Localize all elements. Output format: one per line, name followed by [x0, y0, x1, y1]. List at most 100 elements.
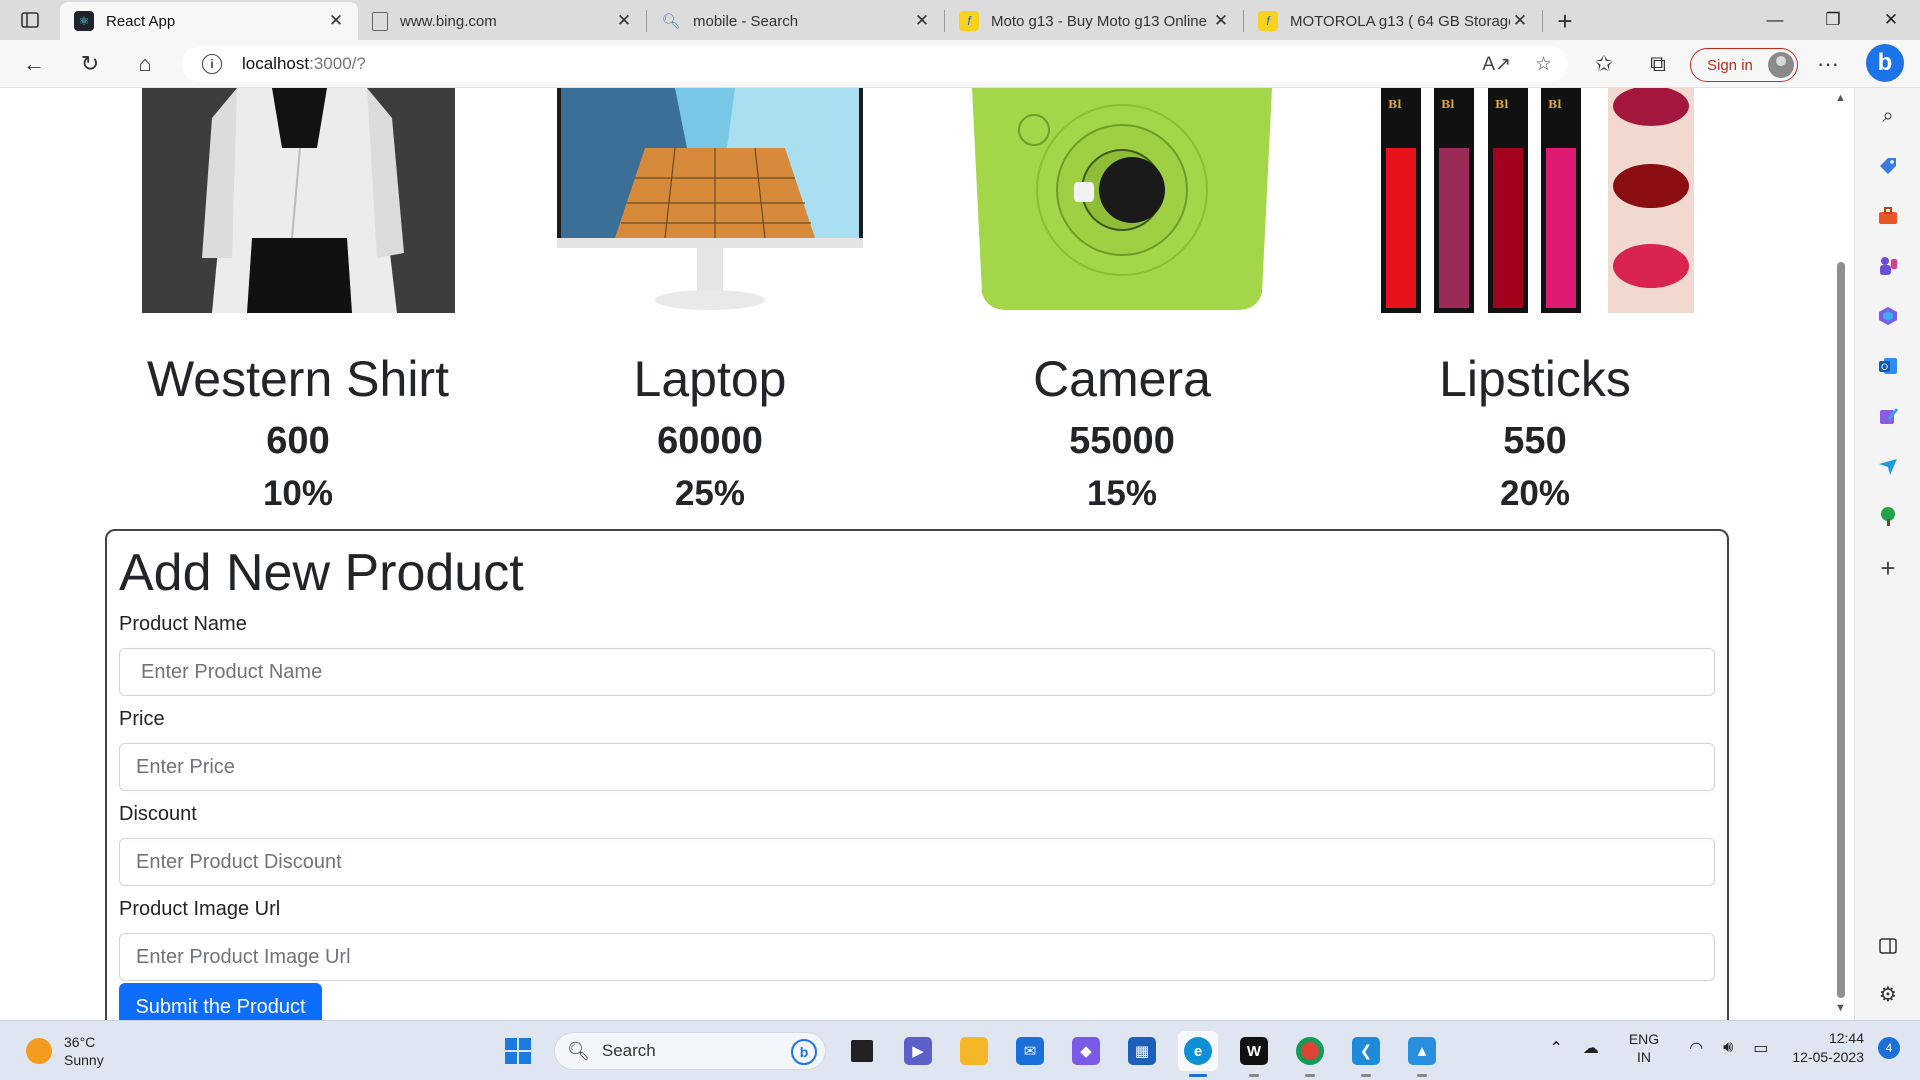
minimize-button[interactable]: —	[1746, 0, 1804, 40]
photos-button[interactable]: ▲	[1402, 1031, 1442, 1077]
language-indicator[interactable]: ENG IN	[1629, 1030, 1659, 1066]
back-button[interactable]: ←	[16, 46, 52, 82]
weather-widget[interactable]: 36°C Sunny	[26, 1033, 104, 1069]
white-jacket-photo	[141, 88, 455, 313]
collections-button[interactable]: ⧉	[1640, 46, 1676, 82]
chrome-button[interactable]	[1290, 1031, 1330, 1077]
store-button[interactable]: ▦	[1122, 1031, 1162, 1071]
site-info-icon[interactable]: i	[202, 54, 222, 74]
close-window-button[interactable]: ✕	[1862, 0, 1920, 40]
notification-badge[interactable]: 4	[1878, 1037, 1900, 1059]
volume-icon[interactable]: 🔊︎	[1723, 1039, 1733, 1057]
teams-chat-button[interactable]: ▶	[898, 1031, 938, 1071]
edge-button[interactable]: e	[1178, 1031, 1218, 1077]
tab-actions-button[interactable]	[0, 0, 60, 40]
chevron-up-icon[interactable]: ⌃	[1549, 1038, 1562, 1058]
store-icon: ▦	[1128, 1037, 1156, 1065]
lang-code: ENG	[1628, 1031, 1660, 1047]
games-icon[interactable]	[1874, 252, 1902, 280]
scrollbar-thumb[interactable]	[1837, 262, 1845, 998]
home-button[interactable]: ⌂	[127, 46, 163, 82]
green-instant-camera-photo	[972, 88, 1272, 310]
microsoft365-icon[interactable]	[1874, 302, 1902, 330]
tab-moto-g13-buy[interactable]: f Moto g13 - Buy Moto g13 Online ✕	[945, 2, 1243, 40]
tab-motorola-g13[interactable]: f MOTOROLA g13 ( 64 GB Storage ✕	[1244, 2, 1542, 40]
scroll-down-icon[interactable]: ▼	[1835, 1002, 1846, 1014]
clock[interactable]: 12:44 12-05-2023	[1792, 1029, 1864, 1067]
plus-icon: +	[1557, 5, 1573, 36]
tab-mobile-search[interactable]: 🔍︎ mobile - Search ✕	[647, 2, 944, 40]
outlook-icon[interactable]: O	[1874, 352, 1902, 380]
add-favorite-icon[interactable]: ☆	[1535, 53, 1552, 76]
page-content: Western Shirt 600 10% Laptop 60000 25% C…	[0, 88, 1830, 1020]
hide-sidebar-icon[interactable]	[1874, 932, 1902, 960]
image-url-input[interactable]	[119, 933, 1715, 982]
page-icon	[372, 11, 388, 31]
refresh-button[interactable]: ↻	[72, 46, 108, 82]
mail-button[interactable]: ✉	[1010, 1031, 1050, 1071]
submit-product-button[interactable]: Submit the Product	[119, 983, 322, 1020]
copilot-app-button[interactable]: ◆	[1066, 1031, 1106, 1071]
monitor-photo	[557, 88, 863, 310]
battery-icon[interactable]: ▭	[1753, 1038, 1768, 1058]
file-explorer-button[interactable]	[954, 1031, 994, 1071]
flipkart-icon: f	[959, 11, 979, 31]
vscode-icon: ❮	[1352, 1037, 1380, 1065]
close-tab-icon[interactable]: ✕	[912, 11, 932, 31]
sidebar-search-icon[interactable]: ⌕	[1874, 102, 1902, 130]
ellipsis-icon: ···	[1817, 51, 1839, 76]
form-title: Add New Product	[119, 544, 524, 602]
url-text[interactable]: localhost:3000/?	[242, 54, 366, 74]
read-aloud-icon[interactable]: A↗	[1482, 53, 1511, 76]
clock-time: 12:44	[1828, 1030, 1864, 1046]
product-discount: 20%	[1499, 473, 1571, 513]
add-sidebar-app-icon[interactable]: +	[1874, 553, 1902, 583]
designer-icon[interactable]	[1874, 402, 1902, 430]
taskbar-search[interactable]: 🔍︎ Search b	[554, 1032, 826, 1070]
vscode-button[interactable]: ❮	[1346, 1031, 1386, 1077]
task-view-button[interactable]	[842, 1031, 882, 1071]
send-icon[interactable]	[1874, 452, 1902, 480]
sidebar-settings-icon[interactable]: ⚙	[1874, 980, 1902, 1008]
start-button[interactable]	[498, 1031, 538, 1071]
svg-text:O: O	[1881, 363, 1888, 373]
sign-in-label: Sign in	[1707, 56, 1753, 74]
omnibox-actions: A↗ ☆	[1482, 53, 1552, 76]
chrome-icon	[1296, 1037, 1324, 1065]
taskbar-apps: 🔍︎ Search b ▶ ✉ ◆ ▦ e W ❮ ▲	[498, 1031, 1442, 1077]
tree-icon[interactable]	[1874, 502, 1902, 530]
favorites-button[interactable]: ✩	[1586, 46, 1622, 82]
scroll-up-icon[interactable]: ▲	[1835, 92, 1846, 104]
close-tab-icon[interactable]: ✕	[1211, 11, 1231, 31]
product-discount: 10%	[262, 473, 334, 513]
shopping-tag-icon[interactable]	[1874, 152, 1902, 180]
close-tab-icon[interactable]: ✕	[326, 11, 346, 31]
onedrive-icon[interactable]: ☁	[1583, 1038, 1599, 1058]
browser-toolbar: ← ↻ ⌂ i localhost:3000/? A↗ ☆ ✩ ⧉ Sign i…	[0, 40, 1920, 88]
new-tab-button[interactable]: +	[1543, 2, 1587, 40]
tab-title: Moto g13 - Buy Moto g13 Online	[991, 12, 1207, 30]
close-tab-icon[interactable]: ✕	[1510, 11, 1530, 31]
more-options-button[interactable]: ···	[1810, 46, 1846, 82]
mail-icon: ✉	[1016, 1037, 1044, 1065]
tools-briefcase-icon[interactable]	[1874, 202, 1902, 230]
clock-date: 12-05-2023	[1792, 1049, 1864, 1065]
bing-copilot-button[interactable]: b	[1866, 44, 1904, 82]
restore-button[interactable]: ❐	[1804, 0, 1862, 40]
home-icon: ⌂	[138, 51, 152, 76]
address-bar[interactable]: i localhost:3000/? A↗ ☆	[182, 46, 1568, 82]
sign-in-button[interactable]: Sign in	[1690, 48, 1798, 82]
product-name-input[interactable]	[119, 648, 1715, 697]
photos-icon: ▲	[1408, 1037, 1436, 1065]
discount-input[interactable]	[119, 838, 1715, 887]
tab-bing[interactable]: www.bing.com ✕	[358, 2, 646, 40]
price-input[interactable]	[119, 743, 1715, 792]
wifi-icon[interactable]: ◠	[1689, 1038, 1703, 1058]
tab-react-app[interactable]: ⚛ React App ✕	[60, 2, 358, 40]
close-tab-icon[interactable]: ✕	[614, 11, 634, 31]
webstorm-button[interactable]: W	[1234, 1031, 1274, 1077]
webstorm-icon: W	[1240, 1037, 1268, 1065]
page-scrollbar[interactable]: ▲ ▼	[1830, 88, 1852, 1020]
search-placeholder: Search	[601, 1041, 656, 1060]
region-code: IN	[1637, 1049, 1652, 1065]
